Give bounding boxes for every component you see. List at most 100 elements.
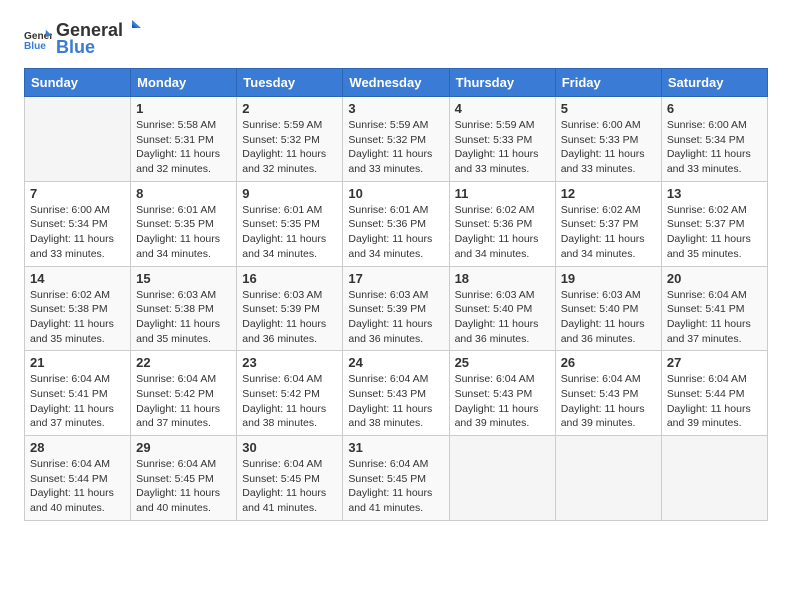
day-number: 12 xyxy=(561,186,656,201)
calendar-cell xyxy=(449,436,555,521)
day-info: Sunrise: 6:04 AMSunset: 5:42 PMDaylight:… xyxy=(242,372,337,431)
calendar-cell: 26 Sunrise: 6:04 AMSunset: 5:43 PMDayligh… xyxy=(555,351,661,436)
day-info: Sunrise: 6:02 AMSunset: 5:37 PMDaylight:… xyxy=(561,203,656,262)
day-info: Sunrise: 6:00 AMSunset: 5:34 PMDaylight:… xyxy=(667,118,762,177)
calendar-cell: 3Sunrise: 5:59 AMSunset: 5:32 PMDaylight… xyxy=(343,97,449,182)
calendar-cell: 18 Sunrise: 6:03 AMSunset: 5:40 PMDayligh… xyxy=(449,266,555,351)
day-info: Sunrise: 6:03 AMSunset: 5:39 PMDaylight:… xyxy=(348,288,443,347)
day-number: 9 xyxy=(242,186,337,201)
calendar-cell: 27 Sunrise: 6:04 AMSunset: 5:44 PMDayligh… xyxy=(661,351,767,436)
day-info: Sunrise: 6:04 AMSunset: 5:41 PMDaylight:… xyxy=(30,372,125,431)
day-number: 31 xyxy=(348,440,443,455)
day-info: Sunrise: 6:04 AMSunset: 5:44 PMDaylight:… xyxy=(667,372,762,431)
day-number: 10 xyxy=(348,186,443,201)
day-info: Sunrise: 6:03 AMSunset: 5:38 PMDaylight:… xyxy=(136,288,231,347)
calendar-header-monday: Monday xyxy=(131,69,237,97)
day-number: 2 xyxy=(242,101,337,116)
calendar-cell: 2 Sunrise: 5:59 AMSunset: 5:32 PMDaylight… xyxy=(237,97,343,182)
calendar-cell xyxy=(555,436,661,521)
calendar-cell: 24 Sunrise: 6:04 AMSunset: 5:43 PMDayligh… xyxy=(343,351,449,436)
calendar-cell: 20 Sunrise: 6:04 AMSunset: 5:41 PMDayligh… xyxy=(661,266,767,351)
calendar-week-row: 7 Sunrise: 6:00 AMSunset: 5:34 PMDaylight… xyxy=(25,181,768,266)
day-info: Sunrise: 6:04 AMSunset: 5:43 PMDaylight:… xyxy=(455,372,550,431)
calendar-header-friday: Friday xyxy=(555,69,661,97)
day-number: 11 xyxy=(455,186,550,201)
day-number: 7 xyxy=(30,186,125,201)
day-number: 19 xyxy=(561,271,656,286)
day-number: 29 xyxy=(136,440,231,455)
calendar-cell: 25 Sunrise: 6:04 AMSunset: 5:43 PMDayligh… xyxy=(449,351,555,436)
day-info: Sunrise: 6:04 AMSunset: 5:45 PMDaylight:… xyxy=(348,457,443,516)
day-info: Sunrise: 6:02 AMSunset: 5:38 PMDaylight:… xyxy=(30,288,125,347)
calendar-header-tuesday: Tuesday xyxy=(237,69,343,97)
calendar-cell: 23 Sunrise: 6:04 AMSunset: 5:42 PMDayligh… xyxy=(237,351,343,436)
calendar-cell: 29Sunrise: 6:04 AMSunset: 5:45 PMDayligh… xyxy=(131,436,237,521)
calendar-header-saturday: Saturday xyxy=(661,69,767,97)
day-number: 13 xyxy=(667,186,762,201)
header: General Blue General Blue xyxy=(24,20,768,58)
day-info: Sunrise: 6:04 AMSunset: 5:45 PMDaylight:… xyxy=(242,457,337,516)
day-number: 6 xyxy=(667,101,762,116)
day-info: Sunrise: 6:02 AMSunset: 5:37 PMDaylight:… xyxy=(667,203,762,262)
day-info: Sunrise: 6:00 AMSunset: 5:34 PMDaylight:… xyxy=(30,203,125,262)
calendar-cell: 8Sunrise: 6:01 AMSunset: 5:35 PMDaylight… xyxy=(131,181,237,266)
day-number: 27 xyxy=(667,355,762,370)
day-number: 24 xyxy=(348,355,443,370)
day-info: Sunrise: 5:59 AMSunset: 5:33 PMDaylight:… xyxy=(455,118,550,177)
day-info: Sunrise: 6:03 AMSunset: 5:39 PMDaylight:… xyxy=(242,288,337,347)
day-info: Sunrise: 6:04 AMSunset: 5:42 PMDaylight:… xyxy=(136,372,231,431)
calendar-header-wednesday: Wednesday xyxy=(343,69,449,97)
calendar-cell: 7 Sunrise: 6:00 AMSunset: 5:34 PMDaylight… xyxy=(25,181,131,266)
calendar-week-row: 21 Sunrise: 6:04 AMSunset: 5:41 PMDayligh… xyxy=(25,351,768,436)
calendar-cell: 6 Sunrise: 6:00 AMSunset: 5:34 PMDaylight… xyxy=(661,97,767,182)
day-number: 25 xyxy=(455,355,550,370)
calendar-cell: 19 Sunrise: 6:03 AMSunset: 5:40 PMDayligh… xyxy=(555,266,661,351)
day-info: Sunrise: 5:59 AMSunset: 5:32 PMDaylight:… xyxy=(348,118,443,177)
day-info: Sunrise: 6:00 AMSunset: 5:33 PMDaylight:… xyxy=(561,118,656,177)
day-info: Sunrise: 6:02 AMSunset: 5:36 PMDaylight:… xyxy=(455,203,550,262)
calendar-header-row: SundayMondayTuesdayWednesdayThursdayFrid… xyxy=(25,69,768,97)
day-number: 22 xyxy=(136,355,231,370)
day-info: Sunrise: 6:03 AMSunset: 5:40 PMDaylight:… xyxy=(455,288,550,347)
calendar-cell: 14 Sunrise: 6:02 AMSunset: 5:38 PMDayligh… xyxy=(25,266,131,351)
calendar-cell: 10Sunrise: 6:01 AMSunset: 5:36 PMDayligh… xyxy=(343,181,449,266)
calendar-cell: 28 Sunrise: 6:04 AMSunset: 5:44 PMDayligh… xyxy=(25,436,131,521)
day-info: Sunrise: 5:59 AMSunset: 5:32 PMDaylight:… xyxy=(242,118,337,177)
calendar-week-row: 28 Sunrise: 6:04 AMSunset: 5:44 PMDayligh… xyxy=(25,436,768,521)
day-number: 5 xyxy=(561,101,656,116)
generalblue-logo-icon: General Blue xyxy=(24,28,52,50)
day-info: Sunrise: 6:04 AMSunset: 5:41 PMDaylight:… xyxy=(667,288,762,347)
day-info: Sunrise: 6:04 AMSunset: 5:44 PMDaylight:… xyxy=(30,457,125,516)
calendar-cell xyxy=(661,436,767,521)
day-number: 23 xyxy=(242,355,337,370)
calendar-cell: 1Sunrise: 5:58 AMSunset: 5:31 PMDaylight… xyxy=(131,97,237,182)
calendar-cell: 16Sunrise: 6:03 AMSunset: 5:39 PMDayligh… xyxy=(237,266,343,351)
calendar-cell: 11 Sunrise: 6:02 AMSunset: 5:36 PMDayligh… xyxy=(449,181,555,266)
calendar-header-sunday: Sunday xyxy=(25,69,131,97)
day-number: 18 xyxy=(455,271,550,286)
calendar-cell xyxy=(25,97,131,182)
calendar-week-row: 14 Sunrise: 6:02 AMSunset: 5:38 PMDayligh… xyxy=(25,266,768,351)
day-number: 26 xyxy=(561,355,656,370)
calendar-cell: 31 Sunrise: 6:04 AMSunset: 5:45 PMDayligh… xyxy=(343,436,449,521)
calendar-cell: 21 Sunrise: 6:04 AMSunset: 5:41 PMDayligh… xyxy=(25,351,131,436)
day-number: 21 xyxy=(30,355,125,370)
calendar-cell: 17 Sunrise: 6:03 AMSunset: 5:39 PMDayligh… xyxy=(343,266,449,351)
calendar-cell: 9 Sunrise: 6:01 AMSunset: 5:35 PMDaylight… xyxy=(237,181,343,266)
logo-bird-icon xyxy=(123,20,141,36)
day-info: Sunrise: 6:04 AMSunset: 5:43 PMDaylight:… xyxy=(348,372,443,431)
calendar-table: SundayMondayTuesdayWednesdayThursdayFrid… xyxy=(24,68,768,521)
day-info: Sunrise: 6:03 AMSunset: 5:40 PMDaylight:… xyxy=(561,288,656,347)
day-number: 20 xyxy=(667,271,762,286)
day-number: 17 xyxy=(348,271,443,286)
day-info: Sunrise: 6:01 AMSunset: 5:35 PMDaylight:… xyxy=(242,203,337,262)
svg-text:Blue: Blue xyxy=(24,41,46,50)
day-number: 14 xyxy=(30,271,125,286)
calendar-cell: 12 Sunrise: 6:02 AMSunset: 5:37 PMDayligh… xyxy=(555,181,661,266)
day-info: Sunrise: 6:04 AMSunset: 5:43 PMDaylight:… xyxy=(561,372,656,431)
calendar-cell: 5 Sunrise: 6:00 AMSunset: 5:33 PMDaylight… xyxy=(555,97,661,182)
day-number: 28 xyxy=(30,440,125,455)
day-info: Sunrise: 5:58 AMSunset: 5:31 PMDaylight:… xyxy=(136,118,231,177)
calendar-week-row: 1Sunrise: 5:58 AMSunset: 5:31 PMDaylight… xyxy=(25,97,768,182)
calendar-cell: 30Sunrise: 6:04 AMSunset: 5:45 PMDayligh… xyxy=(237,436,343,521)
